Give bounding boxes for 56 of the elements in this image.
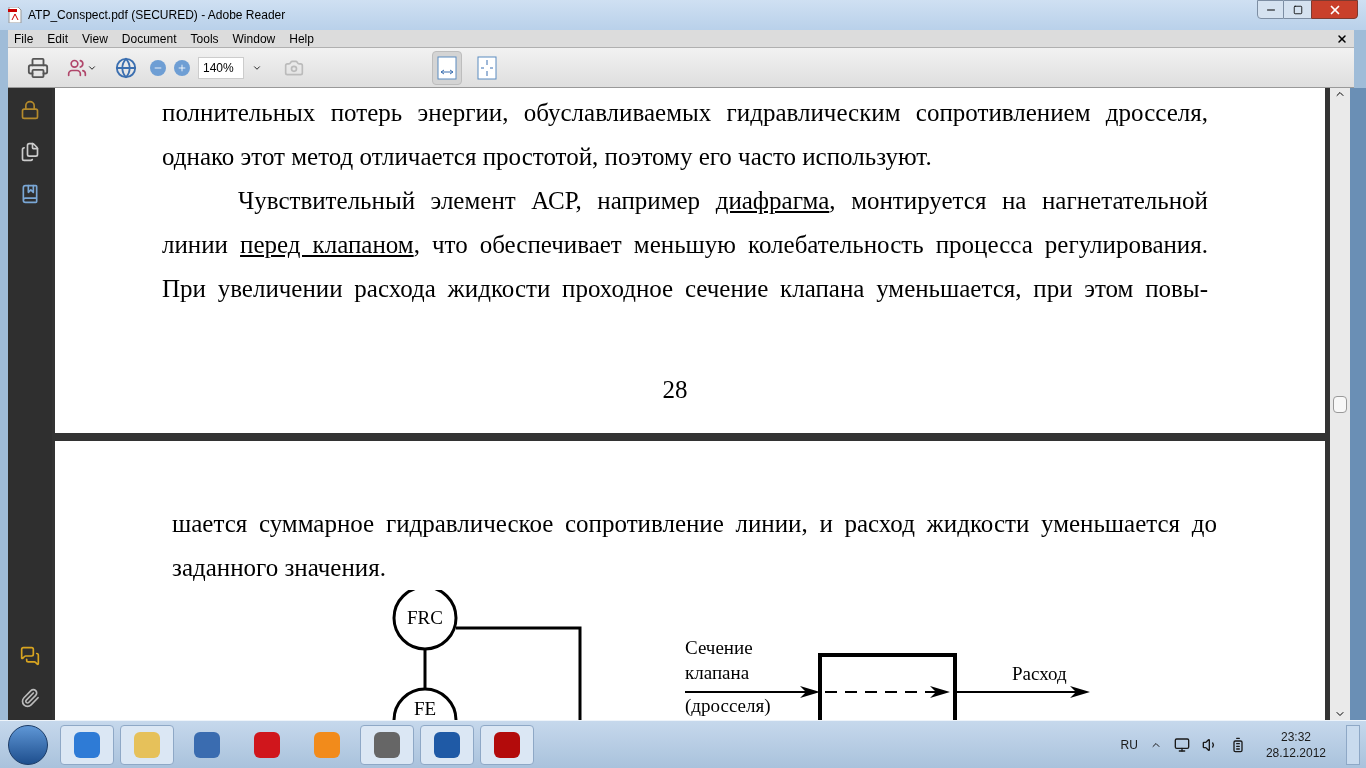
menu-item[interactable]: View bbox=[82, 29, 108, 48]
app-icon bbox=[74, 731, 100, 758]
menu-item[interactable]: Help bbox=[289, 29, 314, 48]
taskbar-app-button[interactable] bbox=[480, 724, 534, 765]
app-icon bbox=[494, 731, 520, 758]
pages-icon[interactable] bbox=[20, 142, 40, 162]
page-number: 28 bbox=[661, 375, 689, 405]
node-label: FRC bbox=[407, 607, 443, 628]
comments-icon[interactable] bbox=[20, 646, 40, 666]
app-icon bbox=[194, 731, 220, 758]
page-fit-icon bbox=[477, 55, 497, 80]
window-title: ATP_Conspect.pdf (SECURED) - Adobe Reader bbox=[28, 7, 286, 24]
menu-item[interactable]: Edit bbox=[47, 29, 69, 48]
page-width-icon bbox=[437, 55, 457, 80]
scroll-thumb[interactable] bbox=[1333, 395, 1347, 413]
zoom-field[interactable]: 140% bbox=[198, 56, 244, 79]
printer-icon bbox=[27, 56, 49, 79]
app-icon bbox=[374, 731, 400, 758]
pdf-file-icon bbox=[8, 7, 22, 23]
close-document-icon[interactable] bbox=[1336, 32, 1348, 45]
lock-icon[interactable] bbox=[20, 100, 40, 120]
maximize-button[interactable] bbox=[1284, 0, 1311, 19]
start-button[interactable] bbox=[8, 724, 48, 765]
input-label: клапана bbox=[685, 662, 750, 683]
taskbar-app-button[interactable] bbox=[60, 724, 114, 765]
network-icon[interactable] bbox=[1173, 736, 1190, 753]
app-icon bbox=[434, 731, 460, 758]
paragraph: Чувствительный элемент АСР, например диафрагма, монтируется на нагнетательной линии перед клапаном, что обеспечивает меньшую колебательность процесса регулирования. При увеличении расхода жидкости проходное сечение клапана уменьшается, при этом повы- bbox=[162, 186, 1208, 304]
node-label: FE bbox=[413, 698, 437, 719]
menu-item[interactable]: Tools bbox=[190, 29, 219, 48]
app-icon bbox=[134, 731, 160, 758]
taskbar-app-button[interactable] bbox=[360, 724, 414, 765]
maximize-icon bbox=[1292, 4, 1303, 15]
close-button[interactable] bbox=[1311, 0, 1358, 19]
zoom-out-button[interactable] bbox=[150, 59, 166, 76]
app-icon bbox=[254, 731, 280, 758]
menu-item[interactable]: Document bbox=[121, 29, 177, 48]
paragraph: полнительных потерь энергии, обуславливаемых гидравлическим сопротивлением дросселя, однако этот метод отличается простотой, поэтому его часто используют. bbox=[162, 98, 1208, 172]
zoom-in-button[interactable] bbox=[174, 59, 190, 76]
taskbar-app-button[interactable] bbox=[420, 724, 474, 765]
scrollbar[interactable] bbox=[1330, 88, 1350, 720]
paragraph: шается суммарное гидравлическое сопротивление линии, и расход жидкости уменьшается до заданного значения. bbox=[172, 509, 1217, 583]
menu-item[interactable]: File bbox=[14, 29, 34, 48]
language-indicator[interactable]: RU bbox=[1120, 735, 1138, 754]
paperclip-icon[interactable] bbox=[20, 688, 40, 708]
input-label: Сечение bbox=[685, 637, 753, 658]
globe-icon bbox=[115, 56, 137, 79]
menu-item[interactable]: Window bbox=[232, 29, 276, 48]
bookmarks-icon[interactable] bbox=[20, 184, 40, 204]
input-label: (дросселя) bbox=[685, 695, 771, 716]
app-icon bbox=[314, 731, 340, 758]
plus-icon bbox=[177, 62, 187, 73]
clock[interactable]: 23:32 28.12.2012 bbox=[1265, 728, 1326, 761]
output-label: Расход bbox=[1012, 663, 1067, 684]
people-icon bbox=[67, 57, 87, 78]
minimize-button[interactable] bbox=[1257, 0, 1284, 19]
